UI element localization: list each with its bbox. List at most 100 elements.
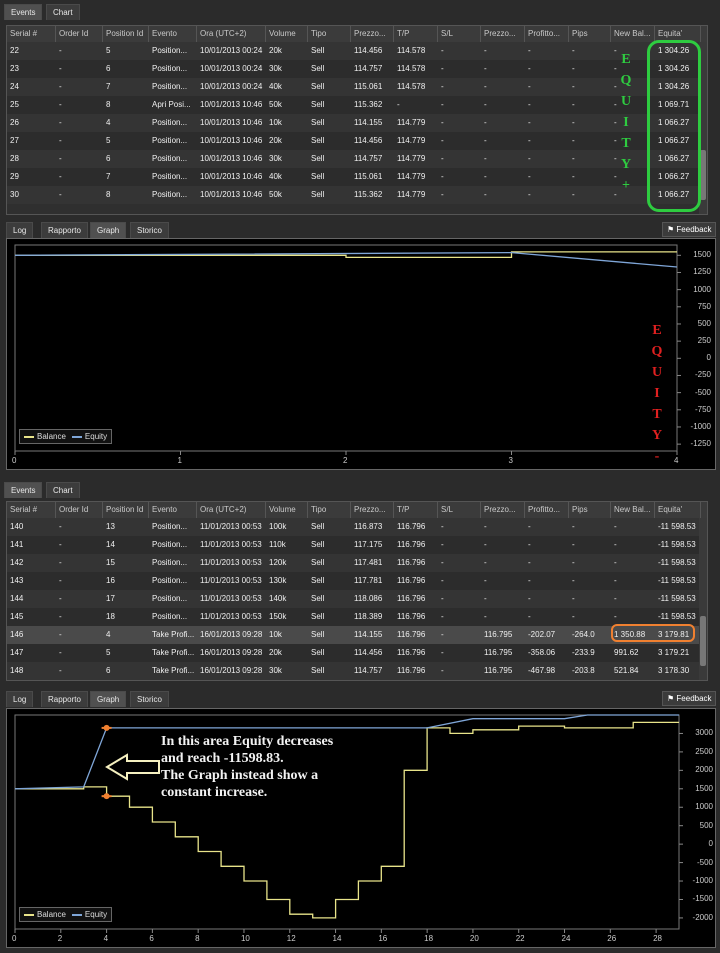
column-header[interactable]: Order Id	[56, 502, 103, 518]
column-header[interactable]: Equita'	[655, 502, 701, 518]
column-header[interactable]: Tipo	[308, 502, 351, 518]
table-cell: -	[441, 558, 444, 567]
table-row[interactable]: 28 - 6 Position... 10/01/2013 10:46 30k Sell 11…	[7, 150, 707, 168]
x-tick-label: 0	[12, 456, 17, 465]
scrollbar-thumb[interactable]	[700, 616, 706, 666]
table-row[interactable]: 26 - 4 Position... 10/01/2013 10:46 10k Sell 11…	[7, 114, 707, 132]
table-cell: -11 598.53	[658, 558, 696, 567]
feedback-button-2[interactable]: ⚑ Feedback	[662, 691, 716, 706]
table-row[interactable]: 145 - 18 Position... 11/01/2013 00:53 150k Sel…	[7, 608, 707, 626]
table-cell: Sell	[311, 64, 325, 73]
table-cell: 7	[106, 172, 111, 181]
table-row[interactable]: 143 - 16 Position... 11/01/2013 00:53 130k Sel…	[7, 572, 707, 590]
column-header[interactable]: Prezzo...	[351, 26, 394, 42]
table-cell: -	[572, 118, 575, 127]
column-header[interactable]: Prezzo...	[481, 502, 525, 518]
vertical-scrollbar[interactable]	[699, 518, 707, 680]
column-header[interactable]: Position Id	[103, 26, 149, 42]
column-header[interactable]: Volume	[266, 26, 308, 42]
table-cell: -	[528, 190, 531, 199]
table-row[interactable]: 29 - 7 Position... 10/01/2013 10:46 40k Sell 11…	[7, 168, 707, 186]
tab-rapporto-1[interactable]: Rapporto	[41, 222, 88, 238]
table-row[interactable]: 142 - 15 Position... 11/01/2013 00:53 120k Sel…	[7, 554, 707, 572]
column-header[interactable]: Prezzo...	[481, 26, 525, 42]
table-cell: 16/01/2013 09:28	[200, 666, 263, 675]
table-cell: 6	[106, 666, 111, 675]
table-row[interactable]: 146 - 4 Take Profi... 16/01/2013 09:28 10k Sel…	[7, 626, 707, 644]
table-cell: Take Profi...	[152, 630, 195, 639]
feedback-button-1[interactable]: ⚑ Feedback	[662, 222, 716, 237]
column-header[interactable]: Position Id	[103, 502, 149, 518]
column-header[interactable]: Evento	[149, 502, 197, 518]
table-cell: -	[484, 522, 487, 531]
table-cell: -	[572, 82, 575, 91]
table-row[interactable]: 147 - 5 Take Profi... 16/01/2013 09:28 20k Sel…	[7, 644, 707, 662]
column-header[interactable]: New Bal...	[611, 26, 655, 42]
column-header[interactable]: S/L	[438, 502, 481, 518]
table-cell: 145	[10, 612, 24, 621]
table-row[interactable]: 23 - 6 Position... 10/01/2013 00:24 30k Sell 11…	[7, 60, 707, 78]
column-header[interactable]: Tipo	[308, 26, 351, 42]
table-row[interactable]: 148 - 6 Take Profi... 16/01/2013 09:28 30k Sel…	[7, 662, 707, 680]
table-row[interactable]: 141 - 14 Position... 11/01/2013 00:53 110k Sel…	[7, 536, 707, 554]
table-row[interactable]: 140 - 13 Position... 11/01/2013 00:53 100k Sel…	[7, 518, 707, 536]
table-cell: Position...	[152, 154, 188, 163]
table-row[interactable]: 144 - 17 Position... 11/01/2013 00:53 140k Sel…	[7, 590, 707, 608]
table-cell: 10k	[269, 630, 282, 639]
column-header[interactable]: Pips	[569, 502, 611, 518]
column-header[interactable]: S/L	[438, 26, 481, 42]
table-cell: -	[441, 82, 444, 91]
table-row[interactable]: 30 - 8 Position... 10/01/2013 10:46 50k Sell 11…	[7, 186, 707, 204]
tab-events-2[interactable]: Events	[4, 482, 43, 498]
tab-events-1[interactable]: Events	[4, 4, 43, 20]
column-header[interactable]: Serial #	[7, 26, 56, 42]
column-header[interactable]: Serial #	[7, 502, 56, 518]
tab-chart-1[interactable]: Chart	[46, 4, 80, 20]
table-cell: 142	[10, 558, 24, 567]
equity-minus-letter: E	[652, 323, 662, 338]
table-cell: -	[441, 576, 444, 585]
column-header[interactable]: Profitto...	[525, 26, 569, 42]
table-row[interactable]: 25 - 8 Apri Posi... 10/01/2013 10:46 50k Sell 1…	[7, 96, 707, 114]
column-header[interactable]: Evento	[149, 26, 197, 42]
column-header[interactable]: Pips	[569, 26, 611, 42]
table-cell: Sell	[311, 612, 325, 621]
tab-graph-1[interactable]: Graph	[90, 222, 127, 238]
tab-chart-2[interactable]: Chart	[46, 482, 80, 498]
tab-graph-2[interactable]: Graph	[90, 691, 127, 707]
column-header[interactable]: T/P	[394, 26, 438, 42]
table-cell: -	[572, 100, 575, 109]
table-cell: -	[528, 522, 531, 531]
table-cell: 116.796	[397, 594, 426, 603]
y-tick-label: -500	[696, 857, 713, 867]
table-cell: 3 179.21	[658, 648, 690, 657]
tab-storico-1[interactable]: Storico	[130, 222, 169, 238]
table-cell: -	[59, 612, 62, 621]
tab-log-1[interactable]: Log	[6, 222, 34, 238]
table-cell: 7	[106, 82, 111, 91]
column-header[interactable]: T/P	[394, 502, 438, 518]
column-header[interactable]: Ora (UTC+2)	[197, 502, 266, 518]
column-header[interactable]: Ora (UTC+2)	[197, 26, 266, 42]
table-cell: 116.796	[397, 666, 426, 675]
table-cell: 10/01/2013 00:24	[200, 82, 263, 91]
table-cell: 11/01/2013 00:53	[200, 576, 262, 585]
table-cell: -	[572, 612, 575, 621]
table-cell: -	[484, 576, 487, 585]
tab-storico-2[interactable]: Storico	[130, 691, 169, 707]
table-row[interactable]: 24 - 7 Position... 10/01/2013 00:24 40k Sell 11…	[7, 78, 707, 96]
table-cell: -	[572, 190, 575, 199]
column-header[interactable]: Profitto...	[525, 502, 569, 518]
column-header[interactable]: New Bal...	[611, 502, 655, 518]
table-row[interactable]: 22 - 5 Position... 10/01/2013 00:24 20k Sell 11…	[7, 42, 707, 60]
table-row[interactable]: 27 - 5 Position... 10/01/2013 10:46 20k Sell 11…	[7, 132, 707, 150]
table-cell: -	[441, 666, 444, 675]
column-header[interactable]: Volume	[266, 502, 308, 518]
chart-svg	[14, 244, 681, 455]
column-header[interactable]: Order Id	[56, 26, 103, 42]
column-header[interactable]: Prezzo...	[351, 502, 394, 518]
tab-log-2[interactable]: Log	[6, 691, 34, 707]
table-cell: -	[59, 594, 62, 603]
tab-rapporto-2[interactable]: Rapporto	[41, 691, 88, 707]
table-cell: 117.781	[354, 576, 383, 585]
